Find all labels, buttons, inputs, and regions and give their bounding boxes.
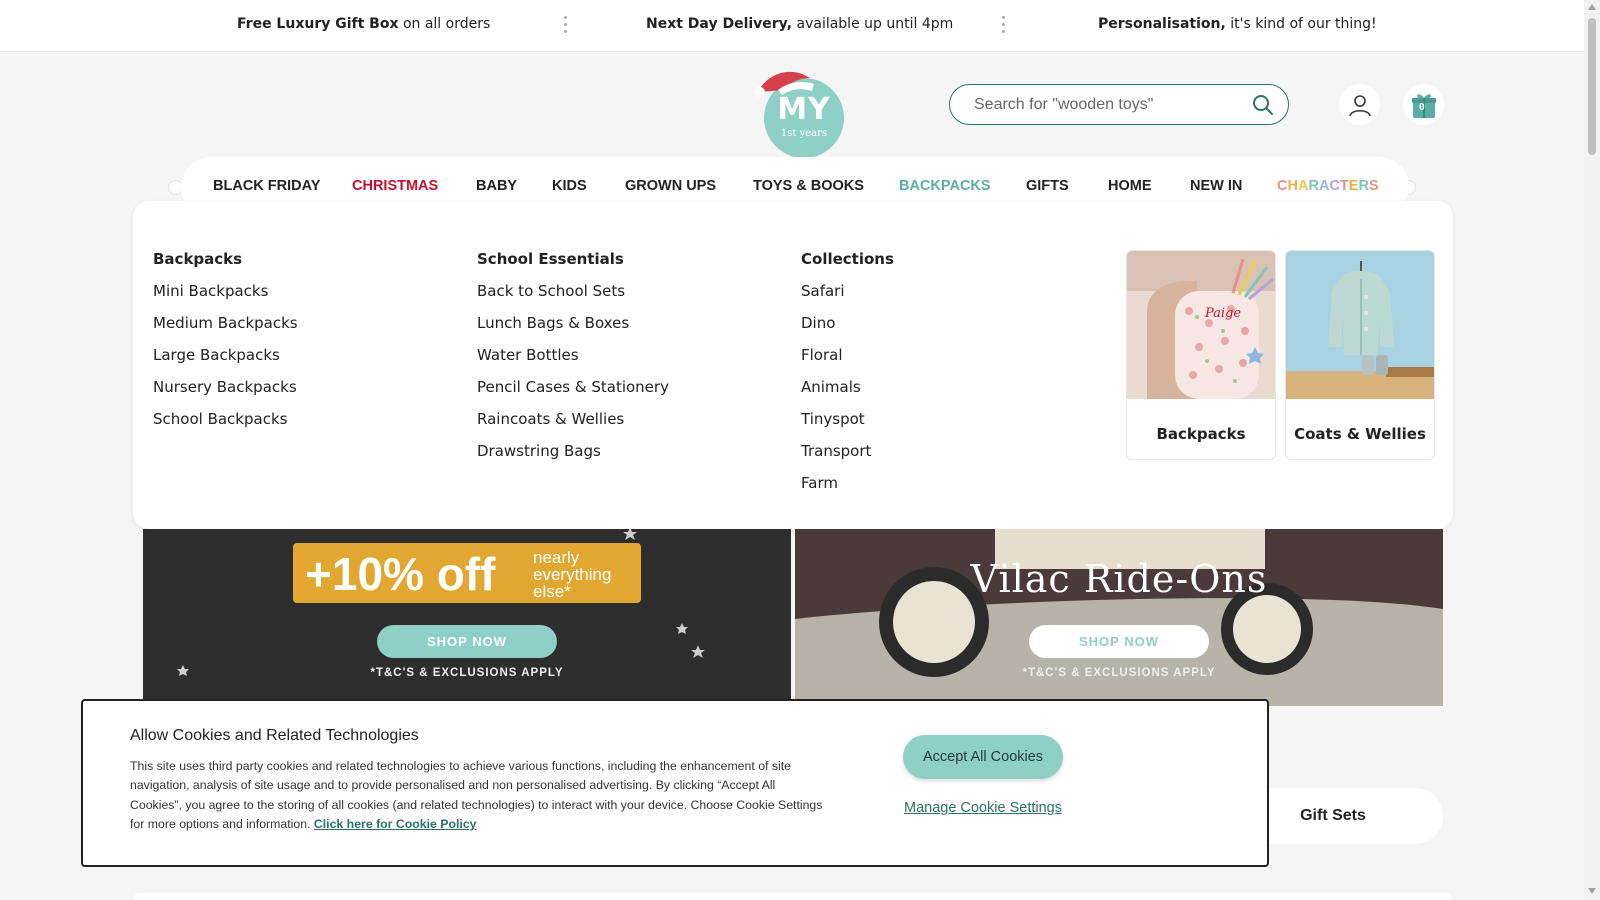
terms-text: *T&C'S & EXCLUSIONS APPLY — [1022, 667, 1216, 679]
shop-now-button[interactable]: SHOP NOW — [1029, 625, 1209, 658]
manage-cookie-settings-link[interactable]: Manage Cookie Settings — [895, 800, 1071, 816]
cookie-consent-dialog: Allow Cookies and Related Technologies T… — [81, 699, 1269, 867]
menu-link[interactable]: Tinyspot — [801, 410, 894, 442]
nav-christmas[interactable]: CHRISTMAS — [352, 178, 438, 194]
nav-kids[interactable]: KIDS — [552, 178, 587, 194]
nav-baby[interactable]: BABY — [476, 178, 517, 194]
basket-count: 0 — [1419, 102, 1425, 113]
cookie-text: This site uses third party cookies and r… — [130, 759, 823, 832]
announcement-personalisation: Personalisation, it's kind of our thing! — [1098, 16, 1377, 32]
menu-link[interactable]: Animals — [801, 378, 894, 410]
menu-link[interactable]: Large Backpacks — [153, 346, 298, 378]
announcement-gift-box: Free Luxury Gift Box on all orders — [237, 16, 491, 32]
menu-link[interactable]: Medium Backpacks — [153, 314, 298, 346]
site-logo[interactable]: MY 1st years — [748, 64, 844, 160]
santa-hat-icon — [755, 71, 814, 97]
terms-text: *T&C'S & EXCLUSIONS APPLY — [370, 667, 564, 679]
cookie-title: Allow Cookies and Related Technologies — [130, 727, 419, 744]
backpacks-mega-menu: Backpacks Mini Backpacks Medium Backpack… — [133, 201, 1453, 529]
nav-grown-ups[interactable]: GROWN UPS — [625, 178, 716, 194]
menu-link[interactable]: Pencil Cases & Stationery — [477, 378, 669, 410]
basket-button[interactable]: 0 — [1403, 84, 1444, 125]
promo-sub: nearly everything else* — [533, 548, 612, 601]
promo-discount: +10% off — [305, 548, 496, 600]
card-label: Backpacks — [1156, 425, 1246, 443]
menu-column-collections: Collections Safari Dino Floral Animals T… — [801, 250, 894, 506]
menu-column-backpacks: Backpacks Mini Backpacks Medium Backpack… — [153, 250, 298, 442]
separator-dots — [1001, 16, 1005, 36]
promo-banner-right[interactable]: Vilac Ride-Ons SHOP NOW *T&C'S & EXCLUSI… — [795, 529, 1443, 706]
backpack-name-text: Paige — [1204, 306, 1241, 321]
menu-heading[interactable]: Backpacks — [153, 250, 298, 269]
menu-link[interactable]: Mini Backpacks — [153, 282, 298, 314]
menu-link[interactable]: Raincoats & Wellies — [477, 410, 669, 442]
raincoat-photo — [1286, 251, 1434, 399]
nav-backpacks[interactable]: BACKPACKS — [899, 178, 991, 194]
menu-heading[interactable]: Collections — [801, 250, 894, 269]
nav-black-friday[interactable]: BLACK FRIDAY — [213, 178, 320, 194]
menu-link[interactable]: Safari — [801, 282, 894, 314]
menu-link[interactable]: Drawstring Bags — [477, 442, 669, 474]
promo-banner-left[interactable]: +10% off nearly everything else* SHOP NOW … — [143, 529, 791, 706]
nav-toys-books[interactable]: TOYS & BOOKS — [753, 178, 864, 194]
scroll-up-arrow-icon[interactable] — [1588, 4, 1596, 10]
announcement-delivery: Next Day Delivery, available up until 4p… — [646, 16, 954, 32]
backpack-photo: Paige — [1127, 251, 1275, 399]
card-label: Coats & Wellies — [1294, 425, 1426, 443]
search-icon[interactable] — [1252, 94, 1274, 116]
menu-link[interactable]: Farm — [801, 474, 894, 506]
cookie-policy-link[interactable]: Click here for Cookie Policy — [314, 817, 477, 831]
menu-link[interactable]: Back to School Sets — [477, 282, 669, 314]
vilac-title: Vilac Ride-Ons — [970, 557, 1268, 601]
card-backpacks[interactable]: Paige Backpacks — [1126, 250, 1276, 460]
search-bar[interactable] — [949, 84, 1289, 125]
menu-link[interactable]: Nursery Backpacks — [153, 378, 298, 410]
menu-link[interactable]: School Backpacks — [153, 410, 298, 442]
page-scrollbar[interactable] — [1584, 0, 1600, 900]
menu-link[interactable]: Water Bottles — [477, 346, 669, 378]
scroll-down-arrow-icon[interactable] — [1588, 888, 1596, 894]
announcement-bar: Free Luxury Gift Box on all orders Next … — [0, 0, 1584, 52]
scrollbar-thumb[interactable] — [1588, 18, 1596, 155]
menu-link[interactable]: Floral — [801, 346, 894, 378]
menu-link[interactable]: Dino — [801, 314, 894, 346]
accept-all-cookies-button[interactable]: Accept All Cookies — [903, 735, 1063, 779]
menu-link[interactable]: Lunch Bags & Boxes — [477, 314, 669, 346]
card-coats-wellies[interactable]: Coats & Wellies — [1285, 250, 1435, 460]
account-button[interactable] — [1339, 84, 1380, 125]
separator-dots — [563, 16, 567, 36]
logo-subtext: 1st years — [780, 128, 828, 139]
menu-link[interactable]: Transport — [801, 442, 894, 474]
nav-characters[interactable]: CHARACTERS — [1277, 178, 1379, 194]
nav-new-in[interactable]: NEW IN — [1190, 178, 1242, 194]
promo-badge: +10% off nearly everything else* — [293, 543, 641, 603]
menu-column-school-essentials: School Essentials Back to School Sets Lu… — [477, 250, 669, 474]
next-section-edge — [133, 893, 1453, 900]
user-icon — [1348, 94, 1371, 116]
menu-heading[interactable]: School Essentials — [477, 250, 669, 269]
search-input[interactable] — [974, 94, 1244, 116]
nav-home[interactable]: HOME — [1108, 178, 1152, 194]
shop-now-button[interactable]: SHOP NOW — [377, 625, 557, 658]
nav-gifts[interactable]: GIFTS — [1026, 178, 1069, 194]
